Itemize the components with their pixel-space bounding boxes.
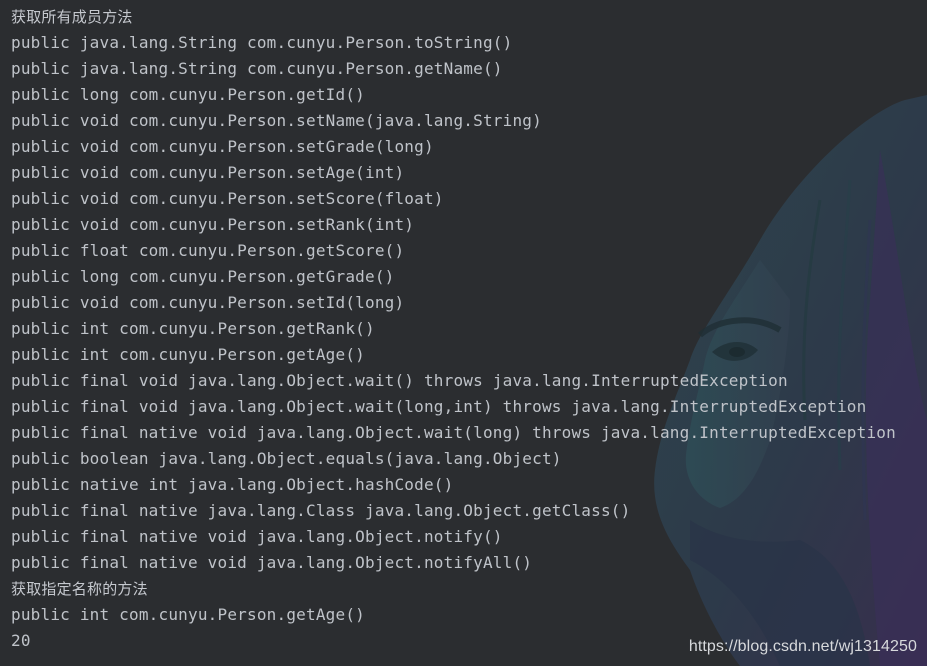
console-line: public final native void java.lang.Objec… xyxy=(11,553,533,572)
console-line: public long com.cunyu.Person.getGrade() xyxy=(11,267,395,286)
console-line: public int com.cunyu.Person.getRank() xyxy=(11,319,375,338)
console-line: public java.lang.String com.cunyu.Person… xyxy=(11,33,513,52)
console-line: public java.lang.String com.cunyu.Person… xyxy=(11,59,503,78)
console-line: public boolean java.lang.Object.equals(j… xyxy=(11,449,562,468)
console-line: public final void java.lang.Object.wait(… xyxy=(11,397,867,416)
console-line: public void com.cunyu.Person.setAge(int) xyxy=(11,163,405,182)
console-line: public int com.cunyu.Person.getAge() xyxy=(11,345,365,364)
console-line: public void com.cunyu.Person.setName(jav… xyxy=(11,111,542,130)
watermark-url: https://blog.csdn.net/wj1314250 xyxy=(688,638,917,655)
console-line: public float com.cunyu.Person.getScore() xyxy=(11,241,405,260)
console-line: public int com.cunyu.Person.getAge() xyxy=(11,605,365,624)
console-line: public final void java.lang.Object.wait(… xyxy=(11,371,788,390)
console-line: public long com.cunyu.Person.getId() xyxy=(11,85,365,104)
console-line: 获取所有成员方法 xyxy=(11,8,133,26)
console-line: public native int java.lang.Object.hashC… xyxy=(11,475,454,494)
console-line: 获取指定名称的方法 xyxy=(11,580,148,598)
console-line: public void com.cunyu.Person.setScore(fl… xyxy=(11,189,444,208)
console-line: public final native void java.lang.Objec… xyxy=(11,527,503,546)
console-line: public void com.cunyu.Person.setRank(int… xyxy=(11,215,415,234)
console-output-panel[interactable]: 获取所有成员方法 public java.lang.String com.cun… xyxy=(0,0,927,666)
console-lines: 获取所有成员方法 public java.lang.String com.cun… xyxy=(11,4,896,654)
console-line: public void com.cunyu.Person.setId(long) xyxy=(11,293,405,312)
console-line: public final native java.lang.Class java… xyxy=(11,501,631,520)
console-line: public final native void java.lang.Objec… xyxy=(11,423,896,442)
console-line: public void com.cunyu.Person.setGrade(lo… xyxy=(11,137,434,156)
